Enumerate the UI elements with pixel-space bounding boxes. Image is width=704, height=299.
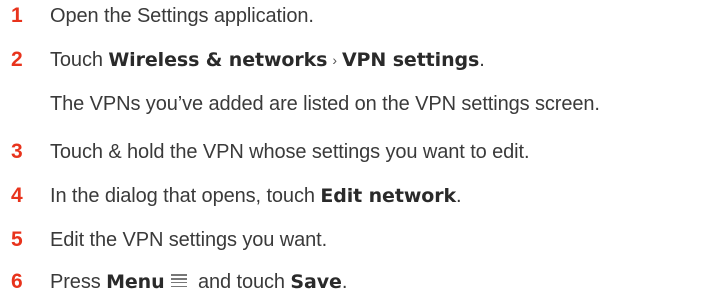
menu-path-vpn-settings: VPN settings (341, 48, 480, 71)
menu-key-label: Menu (106, 270, 165, 293)
step-number: 5 (11, 228, 23, 251)
step-text: Edit the VPN settings you want. (50, 228, 328, 251)
step-text-post: . (341, 270, 348, 293)
step-text-mid: and touch (192, 270, 291, 293)
step-text: Open the Settings application. (50, 4, 314, 27)
step-text-post: . (456, 184, 462, 207)
step-text-pre: Touch (50, 48, 109, 71)
step-text: Touch & hold the VPN whose settings you … (50, 140, 530, 163)
step-text-post: . (479, 48, 485, 71)
step-text: In the dialog that opens, touch Edit net… (50, 185, 462, 208)
edit-network-label: Edit network (320, 184, 457, 207)
step-number: 3 (11, 140, 23, 163)
step-number: 6 (11, 270, 23, 293)
menu-path-wireless: Wireless & networks (108, 48, 328, 71)
step-text: Touch Wireless & networks › VPN settings. (50, 49, 485, 72)
save-label: Save (290, 270, 342, 293)
step-note: The VPNs you’ve added are listed on the … (50, 92, 600, 115)
menu-icon (170, 274, 187, 288)
step-text: Press Menu and touch Save. (50, 271, 347, 294)
step-text-pre: In the dialog that opens, touch (50, 184, 321, 207)
step-number: 4 (11, 184, 23, 207)
step-number: 2 (11, 48, 23, 71)
step-number: 1 (11, 4, 23, 27)
chevron-right-icon: › (332, 51, 337, 68)
step-text-pre: Press (50, 270, 107, 293)
